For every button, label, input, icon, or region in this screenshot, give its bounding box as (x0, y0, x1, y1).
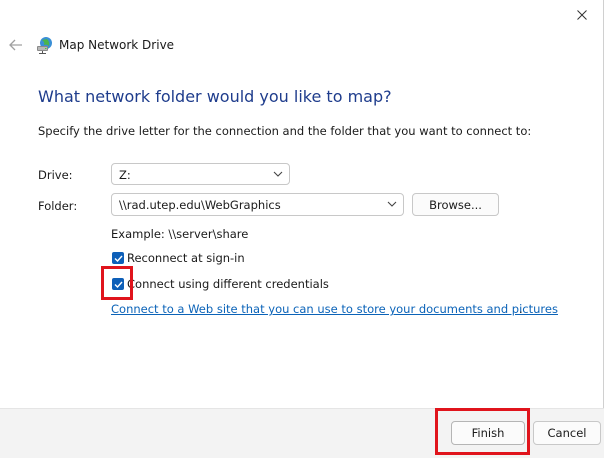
chevron-down-icon (387, 201, 397, 207)
example-text: Example: \\server\share (111, 227, 249, 241)
drive-select[interactable]: Z: (111, 163, 290, 185)
page-heading: What network folder would you like to ma… (38, 87, 392, 106)
close-button[interactable] (568, 2, 596, 28)
reconnect-checkbox[interactable] (112, 252, 124, 264)
instructions-text: Specify the drive letter for the connect… (38, 124, 532, 138)
back-button[interactable] (6, 35, 26, 55)
cancel-button[interactable]: Cancel (533, 421, 601, 445)
map-network-drive-dialog: Map Network Drive What network folder wo… (0, 0, 604, 458)
reconnect-label[interactable]: Reconnect at sign-in (127, 251, 245, 265)
folder-label: Folder: (38, 199, 78, 213)
folder-value: \\rad.utep.edu\WebGraphics (119, 198, 281, 212)
link-suffix: . (519, 302, 523, 316)
window-title: Map Network Drive (59, 38, 175, 52)
close-icon (577, 10, 587, 20)
browse-button[interactable]: Browse... (412, 193, 499, 216)
checkmark-icon (114, 255, 123, 262)
folder-combobox[interactable]: \\rad.utep.edu\WebGraphics (111, 193, 404, 216)
credentials-label[interactable]: Connect using different credentials (127, 277, 329, 291)
drive-value: Z: (119, 168, 131, 182)
drive-label: Drive: (38, 168, 73, 182)
credentials-highlight-box (101, 266, 133, 300)
web-site-link[interactable]: Connect to a Web site that you can use t… (111, 302, 558, 316)
back-arrow-icon (9, 39, 22, 51)
finish-highlight-box (435, 408, 530, 455)
chevron-down-icon (273, 171, 283, 177)
network-drive-icon (37, 37, 52, 54)
